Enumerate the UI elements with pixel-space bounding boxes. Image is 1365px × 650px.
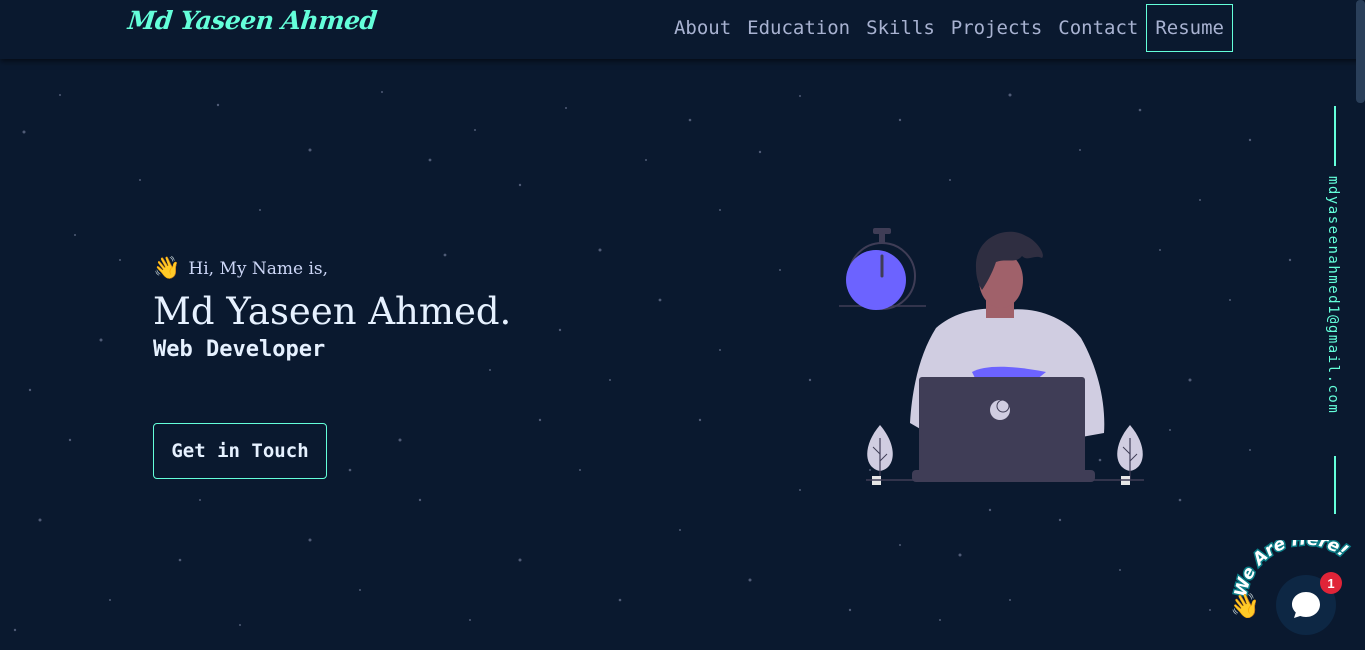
laptop-icon	[912, 377, 1095, 482]
hero-name: Md Yaseen Ahmed.	[153, 290, 512, 333]
waving-hand-icon: 👋	[153, 256, 181, 281]
top-navbar: Md Yaseen Ahmed About Education Skills P…	[0, 0, 1365, 59]
side-email-bar: mdyaseenahmed1@gmail.com	[1325, 106, 1345, 514]
waving-hand-icon: 👋	[1230, 592, 1260, 620]
brand-logo[interactable]: Md Yaseen Ahmed	[126, 6, 378, 35]
nav-link-skills[interactable]: Skills	[858, 5, 943, 51]
nav-link-projects[interactable]: Projects	[943, 5, 1051, 51]
side-line-bottom	[1334, 456, 1336, 514]
chat-widget[interactable]: We Are Here! 👋 1	[1228, 540, 1358, 635]
greeting-text: Hi, My Name is,	[188, 259, 329, 279]
hero-role: Web Developer	[153, 337, 326, 362]
chat-bubble-icon	[1292, 592, 1320, 618]
hero-section: 👋 Hi, My Name is, Md Yaseen Ahmed. Web D…	[153, 258, 512, 479]
nav-links: About Education Skills Projects Contact …	[666, 4, 1233, 52]
greeting: 👋 Hi, My Name is,	[153, 258, 511, 280]
nav-link-education[interactable]: Education	[739, 5, 858, 51]
scrollbar-thumb[interactable]	[1356, 0, 1365, 103]
chat-notification-badge: 1	[1320, 572, 1342, 594]
email-link[interactable]: mdyaseenahmed1@gmail.com	[1325, 176, 1341, 414]
nav-link-contact[interactable]: Contact	[1050, 5, 1146, 51]
nav-link-about[interactable]: About	[666, 5, 739, 51]
resume-button[interactable]: Resume	[1146, 4, 1233, 52]
get-in-touch-button[interactable]: Get in Touch	[153, 423, 327, 479]
plant-right-icon	[1117, 425, 1143, 485]
stopwatch-icon	[839, 228, 926, 310]
plant-left-icon	[867, 425, 893, 485]
side-line-top	[1334, 106, 1336, 166]
developer-illustration	[839, 228, 1144, 485]
